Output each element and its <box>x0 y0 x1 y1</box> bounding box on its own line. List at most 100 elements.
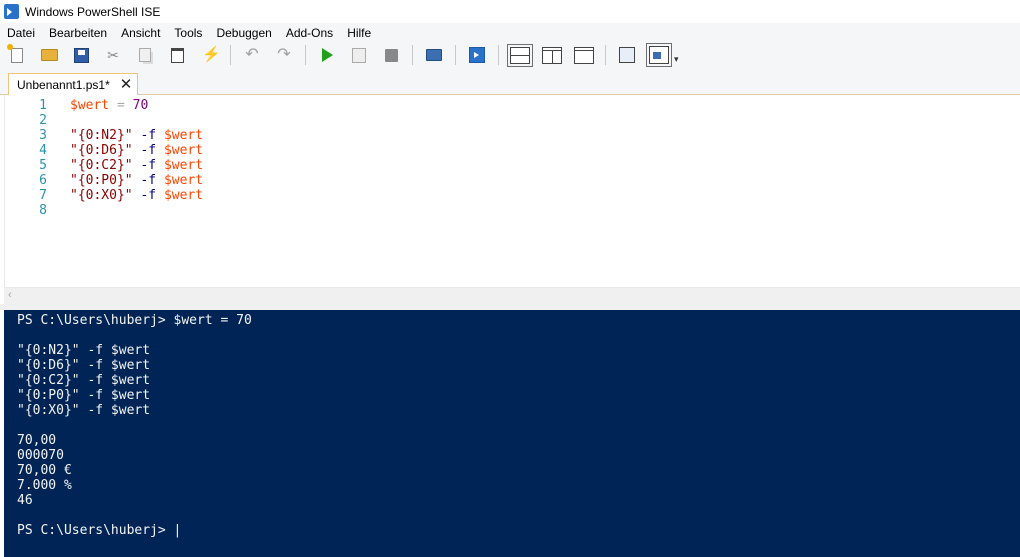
code-line: 4 "{0:D6}" -f $wert <box>5 143 1020 158</box>
redo-button[interactable]: ↷ <box>273 44 295 66</box>
toolbar: ✂ ⚡ ↶ ↷ ▾ <box>0 42 1020 68</box>
toolbar-overflow-icon[interactable]: ▾ <box>674 54 679 65</box>
code-operator: = <box>109 98 133 113</box>
console-line: "{0:P0}" -f $wert <box>17 388 151 403</box>
code-line: 1 $wert = 70 <box>5 98 1020 113</box>
code-variable: $wert <box>163 128 204 143</box>
console-line: 46 <box>17 493 33 508</box>
undo-button[interactable]: ↶ <box>241 44 263 66</box>
console-pane[interactable]: PS C:\Users\huberj> $wert = 70 "{0:N2}" … <box>4 310 1020 557</box>
code-variable: $wert <box>163 143 204 158</box>
console-line: 70,00 <box>17 433 57 448</box>
powershell-ise-icon <box>4 4 19 19</box>
console-line: "{0:D6}" -f $wert <box>17 358 151 373</box>
copy-icon <box>139 48 151 62</box>
console-line: "{0:C2}" -f $wert <box>17 373 151 388</box>
code-string: "{0:C2}" <box>70 158 133 173</box>
script-editor[interactable]: 1 $wert = 70 2 3 "{0:N2}" -f $wert 4 "{0… <box>4 95 1020 287</box>
show-script-pane-icon <box>619 47 635 63</box>
clear-console-button[interactable]: ⚡ <box>198 44 221 66</box>
open-button[interactable] <box>38 44 60 66</box>
code-line: 7 "{0:X0}" -f $wert <box>5 188 1020 203</box>
layout-top-button[interactable] <box>509 44 531 66</box>
toolbar-separator <box>455 45 456 65</box>
window-title: Windows PowerShell ISE <box>25 4 161 19</box>
code-variable: $wert <box>163 158 204 173</box>
line-number: 7 <box>39 188 47 203</box>
code-line: 5 "{0:C2}" -f $wert <box>5 158 1020 173</box>
remote-powershell-icon <box>426 49 442 61</box>
code-parameter: -f <box>132 188 164 203</box>
code-parameter: -f <box>132 173 164 188</box>
save-button[interactable] <box>70 44 92 66</box>
new-script-button[interactable] <box>6 43 28 66</box>
menu-hilfe[interactable]: Hilfe <box>340 26 378 40</box>
code-string: "{0:D6}" <box>70 143 133 158</box>
powershell-console-icon <box>469 47 485 63</box>
run-script-button[interactable] <box>316 44 338 66</box>
paste-icon <box>170 47 184 63</box>
console-line: PS C:\Users\huberj> $wert = 70 <box>17 313 252 328</box>
close-icon[interactable]: ✕ <box>120 77 133 92</box>
open-icon <box>40 49 58 61</box>
cut-button[interactable]: ✂ <box>102 44 124 66</box>
code-string: "{0:X0}" <box>70 188 133 203</box>
menu-ansicht[interactable]: Ansicht <box>114 26 167 40</box>
tab-unbenannt1[interactable]: Unbenannt1.ps1* ✕ <box>8 73 138 96</box>
menu-datei[interactable]: Datei <box>0 26 42 40</box>
code-parameter: -f <box>132 158 164 173</box>
toolbar-separator <box>412 45 413 65</box>
stop-icon <box>384 48 398 62</box>
line-number: 2 <box>39 113 47 128</box>
code-line: 3 "{0:N2}" -f $wert <box>5 128 1020 143</box>
code-line: 2 <box>5 113 1020 128</box>
console-line: "{0:N2}" -f $wert <box>17 343 151 358</box>
code-number: 70 <box>132 98 149 113</box>
code-line: 6 "{0:P0}" -f $wert <box>5 173 1020 188</box>
layout-max-button[interactable] <box>573 44 595 66</box>
menu-debuggen[interactable]: Debuggen <box>209 26 278 40</box>
cut-icon: ✂ <box>107 47 119 63</box>
paste-button[interactable] <box>166 44 188 66</box>
show-command-addon-button[interactable] <box>648 44 670 66</box>
console-line: 7.000 % <box>17 478 72 493</box>
line-number: 5 <box>39 158 47 173</box>
copy-button[interactable] <box>134 44 156 66</box>
redo-icon: ↷ <box>277 46 291 63</box>
show-script-pane-button[interactable] <box>616 44 638 66</box>
code-parameter: -f <box>132 143 164 158</box>
code-variable: $wert <box>163 188 204 203</box>
powershell-console-button[interactable] <box>466 44 488 66</box>
layout-top-icon <box>510 46 530 64</box>
menu-tools[interactable]: Tools <box>167 26 209 40</box>
menu-bearbeiten[interactable]: Bearbeiten <box>42 26 114 40</box>
run-selection-icon <box>352 47 366 63</box>
show-command-addon-icon <box>649 46 669 64</box>
undo-icon: ↶ <box>245 46 259 63</box>
layout-right-button[interactable] <box>541 44 563 66</box>
line-number: 4 <box>39 143 47 158</box>
tab-label: Unbenannt1.ps1* <box>17 78 110 92</box>
clear-console-icon: ⚡ <box>202 46 221 63</box>
stop-button[interactable] <box>380 44 402 66</box>
toolbar-separator <box>605 45 606 65</box>
toolbar-separator <box>498 45 499 65</box>
toolbar-separator <box>230 45 231 65</box>
console-line: "{0:X0}" -f $wert <box>17 403 151 418</box>
menu-add-ons[interactable]: Add-Ons <box>279 26 340 40</box>
chevron-left-icon[interactable]: ‹ <box>8 289 12 301</box>
code-variable: $wert <box>163 173 204 188</box>
run-selection-button[interactable] <box>348 44 370 66</box>
menu-bar: Datei Bearbeiten Ansicht Tools Debuggen … <box>0 23 1020 42</box>
console-prompt[interactable]: PS C:\Users\huberj> | <box>17 523 1020 538</box>
script-tab-strip: Unbenannt1.ps1* ✕ <box>0 68 1020 96</box>
editor-horizontal-scrollbar[interactable]: ‹ <box>4 287 1020 304</box>
remote-powershell-button[interactable] <box>423 44 445 66</box>
toolbar-separator <box>305 45 306 65</box>
code-string: "{0:N2}" <box>70 128 133 143</box>
console-line: 70,00 € <box>17 463 72 478</box>
code-variable: $wert <box>70 98 110 113</box>
